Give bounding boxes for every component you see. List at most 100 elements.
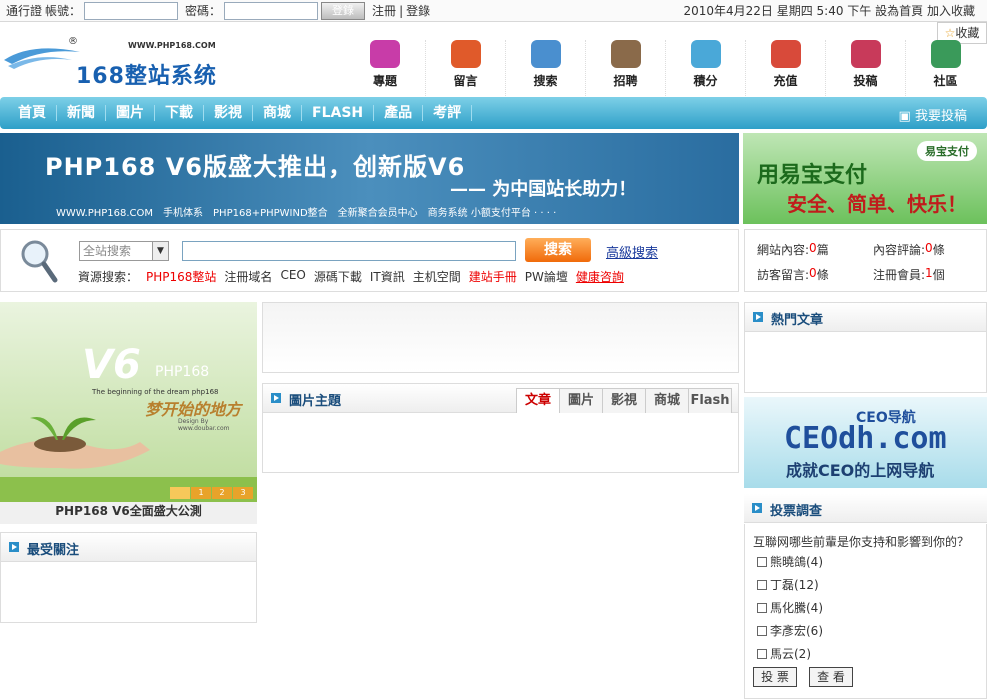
resource-label: 資源搜索： bbox=[78, 270, 139, 284]
stat-label: 內容評論: bbox=[873, 243, 926, 257]
slide-page-2[interactable]: 2 bbox=[212, 487, 232, 499]
registered-mark: ® bbox=[68, 36, 78, 47]
quick-nav-item[interactable]: 留言 bbox=[425, 40, 505, 96]
search-scope-select[interactable]: 全站搜索 ▼ bbox=[79, 241, 169, 261]
submit-article-link[interactable]: ▣ 我要投稿 bbox=[899, 105, 967, 124]
quick-nav-item[interactable]: 招聘 bbox=[585, 40, 665, 96]
trash-icon: ▣ bbox=[898, 109, 911, 124]
magnifier-icon bbox=[530, 40, 561, 68]
quick-nav-item[interactable]: 社區 bbox=[905, 40, 985, 96]
advanced-search-link[interactable]: 高級搜索 bbox=[606, 242, 658, 261]
stat-guestbook: 訪客留言: 0 條 bbox=[757, 266, 829, 283]
register-link[interactable]: 注冊 bbox=[372, 1, 396, 21]
poll-checkbox[interactable] bbox=[757, 648, 767, 659]
main-nav-item[interactable]: 圖片 bbox=[106, 105, 155, 121]
login-button[interactable]: 登錄 bbox=[321, 2, 366, 20]
image-tab[interactable]: 圖片 bbox=[559, 388, 603, 413]
resource-link[interactable]: 健康咨詢 bbox=[576, 268, 624, 285]
slide-php: PHP168 bbox=[155, 364, 210, 380]
chevron-down-icon: ▼ bbox=[152, 242, 168, 260]
quick-nav-item[interactable]: 專題 bbox=[345, 40, 425, 96]
slide-page-blank[interactable] bbox=[170, 487, 190, 499]
add-favorite-link[interactable]: 加入收藏 bbox=[927, 4, 975, 18]
quick-nav-item[interactable]: 積分 bbox=[665, 40, 745, 96]
poll-option[interactable]: 馬化騰(4) bbox=[757, 599, 823, 616]
main-nav-item[interactable]: 首頁 bbox=[8, 105, 57, 121]
yeepay-ad[interactable]: 易宝支付 用易宝支付 安全、简单、快乐！ bbox=[743, 133, 987, 224]
poll-checkbox[interactable] bbox=[757, 556, 767, 567]
resource-link[interactable]: 源碼下載 bbox=[314, 268, 362, 285]
main-nav-item[interactable]: 下載 bbox=[155, 105, 204, 121]
resource-link[interactable]: PW論壇 bbox=[525, 268, 568, 285]
stat-value: 0 bbox=[809, 266, 817, 280]
slide-image[interactable]: V6 PHP168 The beginning of the dream php… bbox=[0, 302, 257, 502]
main-nav-items: 首頁 新聞 圖片 下載 影視 商城 FLASH 產品 考評 bbox=[0, 97, 987, 129]
view-results-button[interactable]: 查 看 bbox=[809, 667, 853, 687]
password-input[interactable] bbox=[224, 2, 319, 20]
main-nav-item[interactable]: 新聞 bbox=[57, 105, 106, 121]
main-banner[interactable]: PHP168 V6版盛大推出，创新版V6 —— 为中国站长助力！ WWW.PHP… bbox=[0, 133, 739, 224]
ceo-nav-ad[interactable]: CEO导航 CEOdh.com 成就CEO的上网导航 bbox=[744, 397, 987, 488]
logo-url: WWW.PHP168.COM bbox=[128, 41, 216, 50]
resource-link-list: PHP168整站 注冊域名 CEO 源碼下載 IT資訊 主机空間 建站手冊 PW論壇 健康咨詢 bbox=[146, 268, 624, 285]
image-tabs: 文章 圖片 影視 商城 Flash bbox=[516, 388, 732, 413]
hand-sprout-icon bbox=[0, 416, 150, 469]
banner-headline: PHP168 V6版盛大推出，创新版V6 bbox=[45, 153, 466, 181]
blocks-icon bbox=[370, 40, 400, 68]
stat-unit: 條 bbox=[932, 243, 945, 257]
image-tab[interactable]: 影視 bbox=[602, 388, 646, 413]
quick-nav-item[interactable]: 充值 bbox=[745, 40, 825, 96]
poll-checkbox[interactable] bbox=[757, 602, 767, 613]
main-nav-item[interactable]: 商城 bbox=[253, 105, 302, 121]
panel-header: 最受關注 bbox=[1, 533, 256, 562]
yeepay-line2: 安全、简单、快乐！ bbox=[787, 192, 967, 216]
resource-link[interactable]: 注冊域名 bbox=[224, 268, 272, 285]
resource-link[interactable]: IT資訊 bbox=[370, 268, 405, 285]
resource-link[interactable]: 主机空間 bbox=[413, 268, 461, 285]
panel-title: 熱門文章 bbox=[771, 313, 824, 328]
account-input[interactable] bbox=[84, 2, 179, 20]
ceo-slogan: 成就CEO的上网导航 bbox=[786, 461, 935, 480]
slide-caption[interactable]: PHP168 V6全面盛大公測 bbox=[0, 502, 257, 524]
poll-option[interactable]: 丁磊(12) bbox=[757, 576, 819, 593]
stat-content: 網站內容: 0 篇 bbox=[757, 241, 829, 258]
quick-nav: 專題 留言 搜索 招聘 積分 充值 投稿 社區 bbox=[345, 40, 985, 96]
resource-link[interactable]: 建站手冊 bbox=[469, 268, 517, 285]
main-nav-item[interactable]: 考評 bbox=[423, 105, 473, 121]
main-nav-item[interactable]: FLASH bbox=[302, 105, 375, 121]
vote-button[interactable]: 投 票 bbox=[753, 667, 797, 687]
quick-nav-label: 積分 bbox=[693, 74, 718, 88]
search-button[interactable]: 搜索 bbox=[525, 238, 591, 262]
yeepay-brand: 易宝支付 bbox=[917, 141, 977, 161]
image-tab[interactable]: Flash bbox=[688, 388, 732, 413]
poll-option-label: 丁磊(12) bbox=[770, 578, 819, 592]
ceo-main: CEOdh.com bbox=[784, 421, 947, 456]
image-tab[interactable]: 商城 bbox=[645, 388, 689, 413]
panel-header: 熱門文章 bbox=[745, 303, 986, 332]
quick-nav-item[interactable]: 搜索 bbox=[505, 40, 585, 96]
resource-link[interactable]: CEO bbox=[280, 268, 305, 285]
poll-option[interactable]: 熊曉鴿(4) bbox=[757, 553, 823, 570]
stat-value: 0 bbox=[925, 241, 933, 255]
poll-checkbox[interactable] bbox=[757, 625, 767, 636]
logo[interactable]: WWW.PHP168.COM ® 168整站系统 bbox=[0, 36, 240, 96]
login-link[interactable]: 登錄 bbox=[406, 1, 430, 21]
quick-nav-label: 搜索 bbox=[533, 74, 558, 88]
slide-page-1[interactable]: 1 bbox=[191, 487, 211, 499]
poll-option[interactable]: 馬云(2) bbox=[757, 645, 811, 662]
quick-nav-item[interactable]: 投稿 bbox=[825, 40, 905, 96]
search-input[interactable] bbox=[182, 241, 516, 261]
resource-link[interactable]: PHP168整站 bbox=[146, 268, 216, 285]
set-home-link[interactable]: 設為首頁 bbox=[875, 4, 923, 18]
arrow-bullet-icon bbox=[9, 542, 19, 552]
quick-nav-label: 充值 bbox=[773, 74, 798, 88]
slide-page-3[interactable]: 3 bbox=[233, 487, 253, 499]
stars-icon bbox=[690, 40, 721, 68]
poll-option[interactable]: 李彥宏(6) bbox=[757, 622, 823, 639]
main-nav-item[interactable]: 影視 bbox=[204, 105, 253, 121]
panel-title: 圖片主題 bbox=[289, 394, 342, 409]
poll-checkbox[interactable] bbox=[757, 579, 767, 590]
image-tab[interactable]: 文章 bbox=[516, 388, 560, 413]
quick-nav-label: 投稿 bbox=[853, 74, 878, 88]
main-nav-item[interactable]: 產品 bbox=[374, 105, 424, 121]
